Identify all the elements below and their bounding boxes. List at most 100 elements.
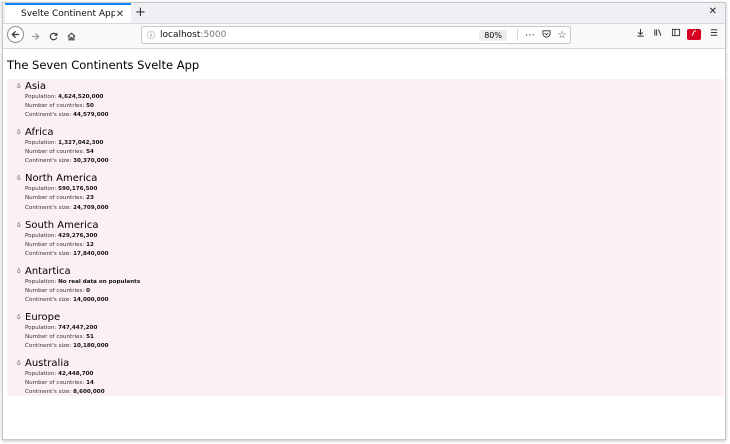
population-label: Population: bbox=[25, 278, 57, 285]
size-label: Continent's size: bbox=[25, 389, 72, 396]
countries-label: Number of countries: bbox=[25, 103, 85, 110]
countries-row: Number of countries: 51 bbox=[25, 333, 724, 342]
reload-icon bbox=[49, 32, 57, 40]
size-value: 24,709,000 bbox=[73, 204, 109, 211]
new-tab-button[interactable]: + bbox=[135, 5, 146, 21]
download-icon[interactable] bbox=[633, 28, 647, 40]
countries-row: Number of countries: 23 bbox=[25, 194, 724, 203]
back-button[interactable] bbox=[7, 26, 24, 43]
countries-value: 54 bbox=[86, 149, 94, 156]
continent-item: δ Antartica Population: No real data on … bbox=[7, 264, 724, 310]
tab-active[interactable]: Svelte Continent App ✕ bbox=[5, 3, 131, 23]
continent-name: Australia bbox=[25, 358, 70, 370]
continent-item: δ South America Population: 429,276,300 … bbox=[7, 218, 724, 264]
continent-list: δ Asia Population: 4,624,520,000 Number … bbox=[7, 79, 724, 396]
continent-name: South America bbox=[25, 219, 99, 231]
disclosure-icon: δ bbox=[17, 267, 21, 275]
info-icon[interactable]: ⓘ bbox=[142, 30, 160, 41]
size-row: Continent's size: 30,370,000 bbox=[25, 157, 724, 166]
countries-row: Number of countries: 54 bbox=[25, 148, 724, 157]
countries-value: 14 bbox=[86, 380, 94, 387]
size-row: Continent's size: 10,180,000 bbox=[25, 342, 724, 351]
size-value: 44,579,000 bbox=[73, 112, 109, 119]
population-row: Population: 747,447,200 bbox=[25, 324, 724, 333]
population-label: Population: bbox=[25, 324, 57, 331]
tab-close-icon[interactable]: ✕ bbox=[115, 9, 125, 20]
continent-item: δ Africa Population: 1,327,042,300 Numbe… bbox=[7, 125, 724, 171]
size-value: 8,600,000 bbox=[73, 389, 105, 396]
population-value: 1,327,042,300 bbox=[58, 140, 104, 147]
disclosure-icon: δ bbox=[17, 83, 21, 90]
population-row: Population: No real data on populants bbox=[25, 278, 724, 287]
countries-label: Number of countries: bbox=[25, 241, 85, 248]
size-value: 30,370,000 bbox=[73, 158, 109, 165]
divider bbox=[517, 29, 518, 41]
menu-icon[interactable] bbox=[707, 28, 721, 40]
size-label: Continent's size: bbox=[25, 343, 72, 350]
countries-row: Number of countries: 14 bbox=[25, 379, 724, 388]
population-row: Population: 1,327,042,300 bbox=[25, 139, 724, 148]
continent-item: δ Asia Population: 4,624,520,000 Number … bbox=[7, 79, 724, 125]
size-value: 17,840,000 bbox=[73, 250, 109, 257]
countries-value: 51 bbox=[86, 334, 94, 341]
forward-button[interactable] bbox=[27, 28, 43, 44]
countries-row: Number of countries: 0 bbox=[25, 287, 724, 296]
sidebar-icon[interactable] bbox=[669, 28, 683, 40]
size-row: Continent's size: 14,000,000 bbox=[25, 296, 724, 305]
disclosure-icon: δ bbox=[17, 313, 21, 321]
reload-button[interactable] bbox=[45, 28, 61, 44]
bookmark-star-icon[interactable]: ☆ bbox=[554, 30, 570, 41]
disclosure-icon: δ bbox=[17, 175, 21, 183]
url-port: :5000 bbox=[200, 30, 227, 40]
countries-label: Number of countries: bbox=[25, 195, 85, 202]
continent-item: δ North America Population: 590,176,500 … bbox=[7, 171, 724, 217]
population-value: 429,276,300 bbox=[58, 232, 98, 239]
continent-name: Europe bbox=[25, 311, 61, 323]
extension-icon[interactable] bbox=[687, 29, 701, 40]
zoom-level-button[interactable]: 80% bbox=[479, 29, 507, 41]
countries-value: 50 bbox=[86, 103, 94, 110]
continent-name: North America bbox=[25, 173, 98, 185]
size-label: Continent's size: bbox=[25, 158, 72, 165]
size-label: Continent's size: bbox=[25, 204, 72, 211]
size-row: Continent's size: 17,840,000 bbox=[25, 250, 724, 259]
size-row: Continent's size: 8,600,000 bbox=[25, 388, 724, 397]
size-row: Continent's size: 44,579,000 bbox=[25, 111, 724, 120]
page-content: The Seven Continents Svelte App δ Asia P… bbox=[3, 49, 725, 439]
population-value: 747,447,200 bbox=[58, 324, 98, 331]
size-label: Continent's size: bbox=[25, 250, 72, 257]
arrow-right-icon bbox=[31, 32, 40, 40]
url-bar[interactable]: ⓘ localhost :5000 80% ⋯ ☆ bbox=[141, 26, 571, 44]
library-icon[interactable] bbox=[651, 28, 665, 40]
arrow-left-icon bbox=[11, 30, 20, 39]
home-icon bbox=[67, 31, 75, 40]
population-label: Population: bbox=[25, 371, 57, 378]
pocket-icon[interactable] bbox=[538, 29, 554, 41]
countries-label: Number of countries: bbox=[25, 380, 85, 387]
window-close-button[interactable]: ✕ bbox=[709, 6, 717, 17]
nav-bar: ⓘ localhost :5000 80% ⋯ ☆ bbox=[3, 24, 725, 49]
population-row: Population: 429,276,300 bbox=[25, 232, 724, 241]
page-title: The Seven Continents Svelte App bbox=[7, 58, 200, 72]
size-label: Continent's size: bbox=[25, 296, 72, 303]
home-button[interactable] bbox=[63, 28, 79, 44]
continent-item: δ Australia Population: 42,448,700 Numbe… bbox=[7, 356, 724, 402]
continent-name: Africa bbox=[25, 127, 54, 139]
continent-item: δ Europe Population: 747,447,200 Number … bbox=[7, 310, 724, 356]
countries-row: Number of countries: 12 bbox=[25, 241, 724, 250]
continent-name: Antartica bbox=[25, 265, 71, 277]
countries-label: Number of countries: bbox=[25, 334, 85, 341]
population-row: Population: 42,448,700 bbox=[25, 370, 724, 379]
population-label: Population: bbox=[25, 94, 57, 100]
population-value: 42,448,700 bbox=[58, 371, 94, 378]
size-row: Continent's size: 24,709,000 bbox=[25, 204, 724, 213]
disclosure-icon: δ bbox=[17, 129, 21, 137]
population-row: Population: 4,624,520,000 bbox=[25, 93, 724, 102]
size-value: 14,000,000 bbox=[73, 296, 109, 303]
population-label: Population: bbox=[25, 186, 57, 193]
page-actions-icon[interactable]: ⋯ bbox=[522, 30, 538, 41]
disclosure-icon: δ bbox=[17, 360, 21, 368]
population-value: 590,176,500 bbox=[58, 186, 98, 193]
continent-name: Asia bbox=[25, 81, 46, 92]
countries-row: Number of countries: 50 bbox=[25, 102, 724, 111]
